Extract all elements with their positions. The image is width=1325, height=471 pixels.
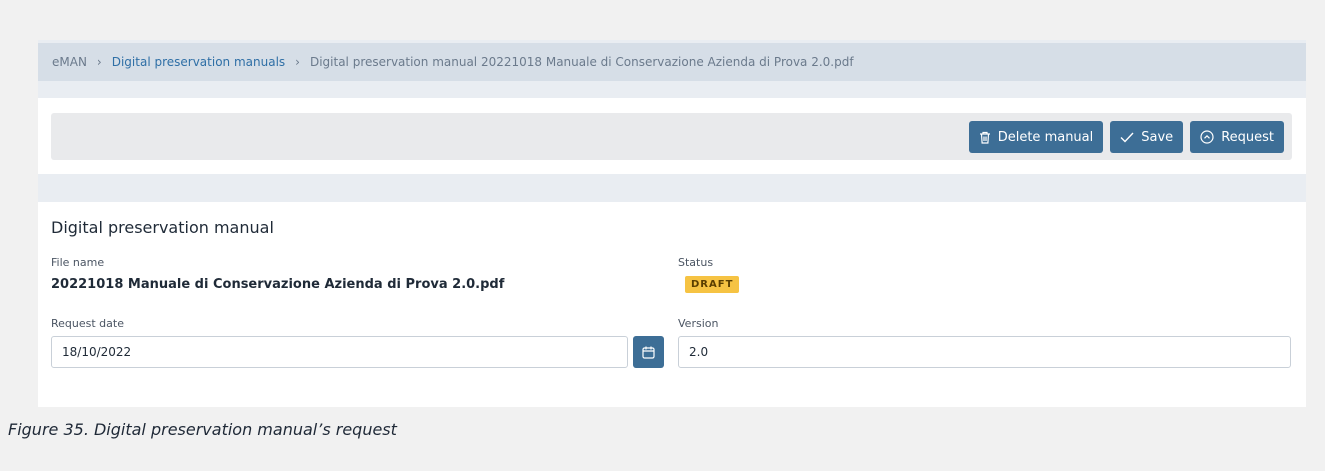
status-badge: DRAFT [685, 276, 740, 293]
request-button[interactable]: Request [1190, 121, 1284, 153]
breadcrumb-separator-icon: › [96, 55, 102, 69]
toolbar-buttons: Delete manual Save Request [968, 121, 1284, 153]
check-icon [1120, 132, 1134, 143]
figure-caption: Figure 35. Digital preservation manual’s… [8, 420, 397, 439]
breadcrumb: eMAN › Digital preservation manuals › Di… [38, 43, 1306, 81]
trash-icon [979, 131, 990, 144]
toolbar: Delete manual Save Request [51, 113, 1292, 160]
version-value: 2.0 [689, 345, 709, 359]
breadcrumb-section-link[interactable]: Digital preservation manuals [112, 55, 285, 69]
delete-manual-button[interactable]: Delete manual [968, 121, 1104, 153]
calendar-icon [642, 346, 655, 359]
file-name-value: 20221018 Manuale di Conservazione Aziend… [51, 277, 505, 292]
version-field[interactable]: 2.0 [678, 336, 1291, 368]
date-picker-button[interactable] [633, 336, 664, 368]
breadcrumb-separator-icon: › [295, 55, 300, 69]
status-label: Status [678, 256, 714, 269]
toolbar-container: Delete manual Save Request [38, 98, 1306, 174]
app-frame: eMAN › Digital preservation manuals › Di… [38, 40, 1306, 407]
circle-chevron-up-icon [1200, 130, 1214, 144]
panel-title: Digital preservation manual [51, 218, 274, 237]
request-date-label: Request date [51, 317, 124, 330]
save-button[interactable]: Save [1110, 121, 1184, 153]
manual-details-panel: Digital preservation manual File name 20… [38, 202, 1306, 407]
breadcrumb-root[interactable]: eMAN [52, 55, 87, 69]
version-label: Version [678, 317, 719, 330]
breadcrumb-current: Digital preservation manual 20221018 Man… [309, 55, 854, 69]
save-label: Save [1141, 129, 1174, 145]
file-name-label: File name [51, 256, 105, 269]
request-date-field[interactable]: 18/10/2022 [51, 336, 628, 368]
request-label: Request [1221, 129, 1274, 145]
request-date-value: 18/10/2022 [62, 345, 132, 359]
delete-manual-label: Delete manual [997, 129, 1094, 145]
